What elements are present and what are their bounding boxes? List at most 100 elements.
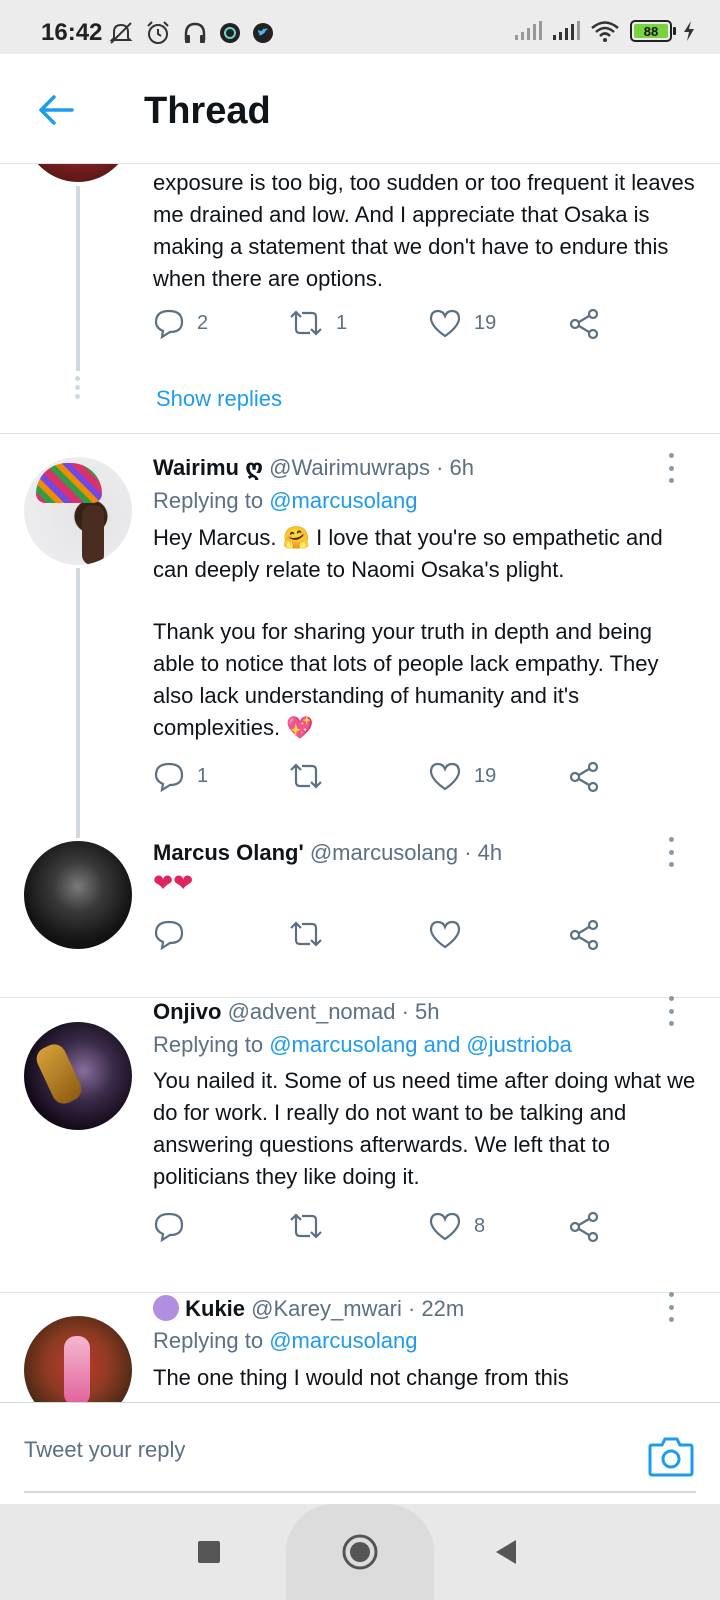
- author-name[interactable]: Wairimu ღ: [153, 455, 263, 480]
- camera-icon: [648, 1437, 694, 1477]
- circle-icon: [342, 1534, 378, 1570]
- retweet-count: 1: [336, 311, 348, 334]
- author-handle[interactable]: @marcusolang · 4h: [310, 840, 502, 865]
- thread-line: [76, 186, 80, 371]
- reply-icon: [154, 920, 184, 950]
- tweet-header: Marcus Olang' @marcusolang · 4h: [153, 840, 502, 866]
- like-button[interactable]: 8: [428, 1210, 485, 1242]
- tweet-actions: [153, 918, 623, 958]
- author-handle[interactable]: @Wairimuwraps · 6h: [269, 455, 474, 480]
- retweet-button[interactable]: [288, 760, 336, 792]
- purple-circle-icon: [153, 1295, 179, 1321]
- author-handle[interactable]: @advent_nomad · 5h: [228, 999, 440, 1024]
- reply-icon: [154, 762, 184, 792]
- thread-line: [76, 568, 80, 838]
- signal-icon-2: [553, 21, 580, 40]
- retweet-button[interactable]: 1: [288, 307, 347, 339]
- battery-indicator: 88: [630, 20, 676, 42]
- tweet-actions: 1 19: [153, 760, 623, 800]
- page-title: Thread: [144, 90, 271, 132]
- reply-input[interactable]: Tweet your reply: [24, 1437, 185, 1463]
- tweet-text: The one thing I would not change from th…: [153, 1365, 569, 1390]
- like-button[interactable]: [428, 918, 474, 950]
- share-button[interactable]: [567, 760, 601, 794]
- home-button[interactable]: [342, 1534, 378, 1570]
- author-handle[interactable]: @Karey_mwari · 22m: [251, 1296, 464, 1321]
- show-replies-link[interactable]: Show replies: [156, 386, 282, 412]
- share-button[interactable]: [567, 307, 601, 341]
- more-options-button[interactable]: [666, 996, 676, 1026]
- replying-to: Replying to @marcusolang and @justrioba: [153, 1032, 572, 1058]
- divider: [0, 433, 720, 434]
- avatar[interactable]: [24, 164, 132, 182]
- reply-composer: Tweet your reply: [0, 1402, 720, 1504]
- author-name[interactable]: Marcus Olang': [153, 840, 304, 865]
- header: Thread: [0, 54, 720, 164]
- replying-prefix: Replying to: [153, 1328, 264, 1353]
- retweet-button[interactable]: [288, 1210, 336, 1242]
- heart-icon: [429, 1212, 461, 1241]
- reply-button[interactable]: [153, 1210, 197, 1242]
- mention-link[interactable]: @marcusolang and @justrioba: [269, 1032, 572, 1057]
- triangle-back-icon: [496, 1540, 516, 1564]
- headphones-icon: [184, 22, 206, 43]
- more-options-button[interactable]: [666, 1292, 676, 1322]
- tweet-header: Onjivo @advent_nomad · 5h: [153, 999, 440, 1025]
- reply-count: 2: [197, 311, 209, 334]
- recents-button[interactable]: [197, 1540, 221, 1564]
- like-count: 19: [474, 311, 497, 334]
- tweet-header: Kukie @Karey_mwari · 22m: [153, 1295, 464, 1322]
- share-icon: [569, 308, 599, 340]
- share-button[interactable]: [567, 1210, 601, 1244]
- avatar[interactable]: [24, 1316, 132, 1402]
- tweet-text: ❤❤: [153, 870, 194, 897]
- reply-count: 1: [197, 764, 209, 787]
- twitter-notification-icon: [253, 23, 273, 43]
- reply-button[interactable]: 2: [153, 307, 208, 339]
- author-name[interactable]: Kukie: [185, 1296, 245, 1321]
- tweet-actions: 8: [153, 1210, 623, 1250]
- tweet-text: Hey Marcus. 🤗 I love that you're so empa…: [153, 525, 663, 582]
- tweet-header: Wairimu ღ @Wairimuwraps · 6h: [153, 455, 474, 481]
- thread-dots: [75, 376, 80, 399]
- camera-button[interactable]: [648, 1435, 694, 1477]
- retweet-icon: [290, 921, 322, 947]
- reply-button[interactable]: 1: [153, 760, 208, 792]
- tweet-text: Thank you for sharing your truth in dept…: [153, 619, 659, 740]
- back-button[interactable]: [30, 84, 82, 136]
- divider: [0, 1292, 720, 1293]
- replying-to: Replying to @marcusolang: [153, 1328, 418, 1354]
- status-time: 16:42: [41, 19, 103, 46]
- like-button[interactable]: 19: [428, 307, 496, 339]
- avatar[interactable]: [24, 457, 132, 565]
- signal-icon: [515, 21, 542, 40]
- share-icon: [569, 919, 599, 951]
- mention-link[interactable]: @marcusolang: [269, 1328, 417, 1353]
- system-nav-bar: [0, 1504, 720, 1600]
- battery-level: 88: [634, 24, 668, 39]
- author-name[interactable]: Onjivo: [153, 999, 221, 1024]
- back-arrow-icon: [39, 95, 74, 125]
- mention-link[interactable]: @marcusolang: [269, 488, 417, 513]
- heart-icon: [429, 920, 461, 949]
- retweet-button[interactable]: [288, 918, 336, 950]
- back-nav-button[interactable]: [494, 1538, 518, 1566]
- reply-button[interactable]: [153, 918, 197, 950]
- status-bar: 16:42 88: [0, 0, 720, 54]
- app-notification-icon: [220, 23, 240, 43]
- heart-icon: [429, 762, 461, 791]
- share-button[interactable]: [567, 918, 601, 952]
- reply-input-underline: [24, 1491, 696, 1493]
- avatar[interactable]: [24, 1022, 132, 1130]
- more-options-button[interactable]: [666, 837, 676, 867]
- like-count: 19: [474, 764, 497, 787]
- like-button[interactable]: 19: [428, 760, 496, 792]
- replying-to: Replying to @marcusolang: [153, 488, 418, 514]
- replying-prefix: Replying to: [153, 1032, 264, 1057]
- notifications-muted-icon: [109, 22, 133, 44]
- status-system-icons: 88: [514, 20, 696, 42]
- avatar[interactable]: [24, 841, 132, 949]
- thread-feed[interactable]: exposure is too big, too sudden or too f…: [0, 164, 720, 1402]
- more-options-button[interactable]: [666, 453, 676, 483]
- reply-icon: [154, 309, 184, 339]
